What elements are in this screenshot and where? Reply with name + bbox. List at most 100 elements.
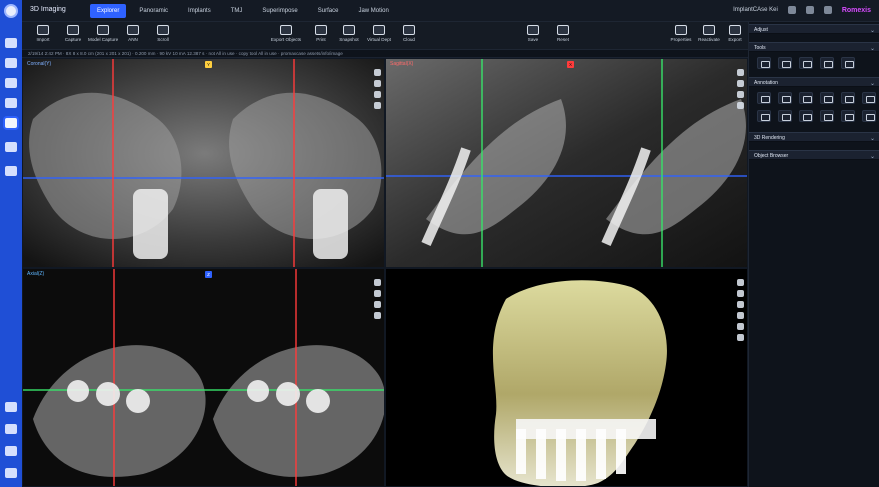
- axial-image: [23, 269, 384, 486]
- brush-icon[interactable]: [778, 110, 792, 122]
- contrast-icon[interactable]: [737, 80, 744, 87]
- axial-tag[interactable]: Z: [205, 271, 212, 278]
- import-icon: [37, 25, 49, 35]
- sagittal-tag[interactable]: X: [567, 61, 574, 68]
- zoom-icon[interactable]: [374, 279, 381, 286]
- marker-icon[interactable]: [799, 110, 813, 122]
- coronal-viewport[interactable]: Coronal(Y) Y: [22, 58, 385, 268]
- hand-tool-icon[interactable]: [5, 402, 17, 412]
- 3d-imaging-icon[interactable]: [5, 118, 17, 128]
- reactivate-icon: [703, 25, 715, 35]
- angle-measure-icon[interactable]: [799, 92, 813, 104]
- axial-viewport[interactable]: Axial(Z) Z: [22, 268, 385, 487]
- annotation-row-2: [757, 110, 876, 122]
- save-icon: [527, 25, 539, 35]
- coronal-tag[interactable]: Y: [205, 61, 212, 68]
- contrast-icon[interactable]: [374, 290, 381, 297]
- save-label: Save: [527, 37, 539, 42]
- polyline-icon[interactable]: [862, 92, 876, 104]
- scan-info-text: 2/19/14 2:42 PM · 8X 8 x 8.0 cm (201 x 2…: [28, 51, 343, 56]
- chevron-down-icon: ⌄: [869, 81, 875, 87]
- eraser-icon[interactable]: [841, 110, 855, 122]
- save-button[interactable]: Save: [518, 25, 548, 48]
- settings-icon[interactable]: [5, 424, 17, 434]
- print-button[interactable]: Print: [306, 25, 336, 48]
- measure-line-icon[interactable]: [757, 92, 771, 104]
- patients-icon[interactable]: [5, 38, 17, 48]
- snapshot-button[interactable]: Snapshot: [334, 25, 364, 48]
- camera-icon[interactable]: [737, 91, 744, 98]
- annotation-row-1: [757, 92, 876, 104]
- zoom-icon[interactable]: [737, 69, 744, 76]
- camera-icon[interactable]: [737, 290, 744, 297]
- tools-icon[interactable]: [737, 312, 744, 319]
- logout-icon[interactable]: [5, 468, 17, 478]
- help-icon[interactable]: [5, 446, 17, 456]
- highlighter-icon[interactable]: [820, 110, 834, 122]
- ruler-icon[interactable]: [841, 92, 855, 104]
- section-object-browser-title: Object Browser: [754, 153, 789, 159]
- ann-icon: [127, 25, 139, 35]
- reset-button[interactable]: Reset: [548, 25, 578, 48]
- chat-icon[interactable]: [737, 334, 744, 341]
- text-annotation-icon[interactable]: [820, 92, 834, 104]
- tooth-icon[interactable]: [5, 98, 17, 108]
- tools-icon[interactable]: [374, 312, 381, 319]
- help-circle-icon[interactable]: [823, 6, 832, 14]
- zoom-icon[interactable]: [374, 69, 381, 76]
- section-annotation[interactable]: Annotation ⌄: [749, 77, 879, 87]
- export-objects-button[interactable]: Export Objects: [266, 25, 306, 48]
- section-tools-title: Tools: [754, 45, 766, 51]
- properties-button[interactable]: Properties: [668, 25, 694, 48]
- tools-icon[interactable]: [737, 102, 744, 109]
- tab-tmj[interactable]: TMJ: [224, 4, 250, 18]
- import-button[interactable]: Import: [28, 25, 58, 48]
- implant-tool-icon[interactable]: [841, 57, 855, 69]
- section-tools[interactable]: Tools ⌄: [749, 42, 879, 52]
- section-adjust[interactable]: Adjust ⌄: [749, 24, 879, 34]
- tab-surface[interactable]: Surface: [311, 4, 346, 18]
- contrast-icon[interactable]: [374, 80, 381, 87]
- tmj-icon[interactable]: [5, 142, 17, 152]
- tab-explorer[interactable]: Explorer: [90, 4, 127, 18]
- sagittal-label: Sagittal(X): [390, 61, 414, 67]
- camera-icon[interactable]: [374, 91, 381, 98]
- pen-icon[interactable]: [757, 110, 771, 122]
- volume-3d-viewport[interactable]: [385, 268, 748, 487]
- tab-implants[interactable]: Implants: [181, 4, 218, 18]
- model-capture-button[interactable]: Model Capture: [88, 25, 118, 48]
- brain-tool-icon[interactable]: [778, 57, 792, 69]
- nerve-tool-icon[interactable]: [799, 57, 813, 69]
- section-adjust-title: Adjust: [754, 27, 768, 33]
- tools-icon[interactable]: [374, 102, 381, 109]
- youtube-icon[interactable]: [805, 6, 814, 14]
- 3d-model-icon[interactable]: [5, 78, 17, 88]
- scroll-button[interactable]: Scroll: [148, 25, 178, 48]
- section-3d-rendering-title: 3D Rendering: [754, 135, 785, 141]
- tab-superimpose[interactable]: Superimpose: [255, 4, 304, 18]
- hand-icon[interactable]: [737, 301, 744, 308]
- ann-button[interactable]: ANN: [118, 25, 148, 48]
- skull-icon[interactable]: [737, 323, 744, 330]
- export-button[interactable]: Export: [722, 25, 748, 48]
- tooth-tool-icon[interactable]: [820, 57, 834, 69]
- storage-icon[interactable]: [5, 166, 17, 176]
- tab-panoramic[interactable]: Panoramic: [132, 4, 175, 18]
- reactivate-button[interactable]: Reactivate: [696, 25, 722, 48]
- angle-icon[interactable]: [778, 92, 792, 104]
- section-object-browser[interactable]: Object Browser ⌄: [749, 150, 879, 160]
- section-3d-rendering[interactable]: 3D Rendering ⌄: [749, 132, 879, 142]
- toolbar: Import Capture Model Capture ANN Scroll …: [22, 22, 748, 50]
- pencil-icon[interactable]: [862, 110, 876, 122]
- tab-jaw-motion[interactable]: Jaw Motion: [351, 4, 395, 18]
- snapshot-label: Snapshot: [339, 37, 359, 42]
- capture-button[interactable]: Capture: [58, 25, 88, 48]
- user-icon[interactable]: [5, 58, 17, 68]
- cloud-button[interactable]: Cloud: [394, 25, 424, 48]
- expand-icon[interactable]: [737, 279, 744, 286]
- sagittal-viewport[interactable]: Sagittal(X) X: [385, 58, 748, 268]
- virtual-dept-button[interactable]: Virtual Dept: [364, 25, 394, 48]
- skull-tool-icon[interactable]: [757, 57, 771, 69]
- close-case-icon[interactable]: [787, 6, 796, 14]
- camera-icon[interactable]: [374, 301, 381, 308]
